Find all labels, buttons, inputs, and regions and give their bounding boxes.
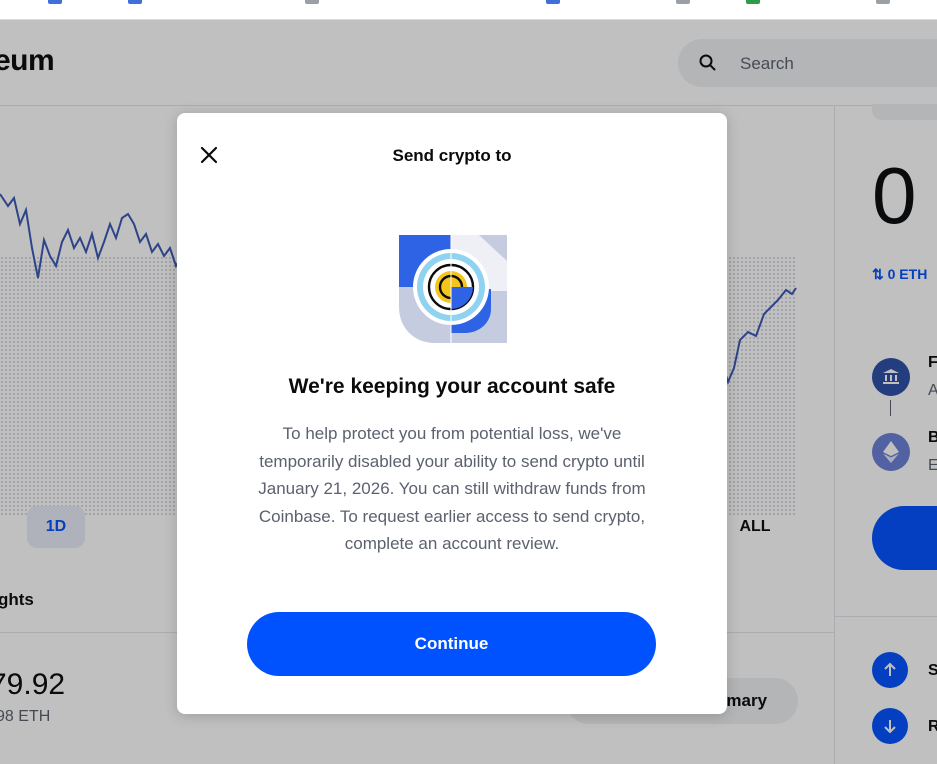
bookmark-icon[interactable] (48, 0, 62, 4)
modal-body-text: To help protect you from potential loss,… (258, 424, 646, 554)
bookmark-icon[interactable] (876, 0, 890, 4)
modal-heading: We're keeping your account safe (288, 375, 616, 398)
bookmark-icon[interactable] (305, 0, 319, 4)
continue-button[interactable]: Continue (247, 612, 656, 676)
modal-title: Send crypto to (392, 146, 512, 165)
bookmark-icon[interactable] (546, 0, 560, 4)
bookmark-icon[interactable] (676, 0, 690, 4)
send-crypto-modal: Send crypto to We're keeping your accoun… (177, 113, 727, 714)
shield-lock-illustration (399, 235, 507, 343)
bookmark-icon[interactable] (128, 0, 142, 4)
bookmarks-bar (0, 0, 937, 20)
bookmark-icon[interactable] (746, 0, 760, 4)
